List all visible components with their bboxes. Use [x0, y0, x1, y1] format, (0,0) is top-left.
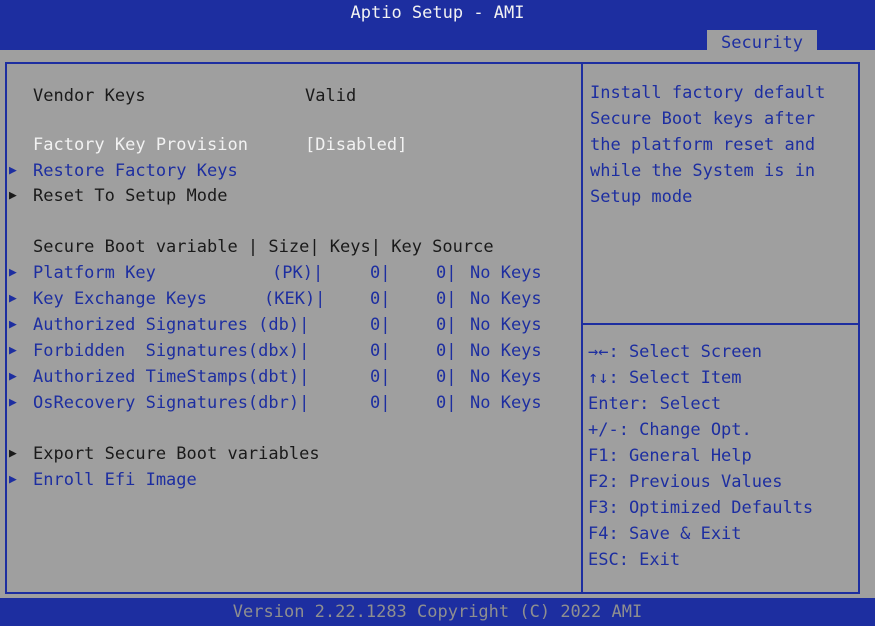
- osrecovery-signatures-source: No Keys: [470, 393, 542, 413]
- app-title: Aptio Setup - AMI: [350, 3, 525, 23]
- platform-key-abbr: (PK)|: [272, 263, 324, 283]
- secure-boot-table-header: Secure Boot variable | Size| Keys| Key S…: [33, 237, 494, 257]
- submenu-arrow-icon: ▶: [9, 265, 17, 280]
- submenu-arrow-icon: ▶: [9, 343, 17, 358]
- key-exchange-keys-keys: 0|: [436, 289, 457, 309]
- platform-key-item[interactable]: Platform Key: [33, 260, 156, 286]
- key-exchange-keys-size: 0|: [370, 289, 391, 309]
- key-exchange-keys-source: No Keys: [470, 289, 542, 309]
- key-help-f4: F4: Save & Exit: [588, 524, 742, 544]
- help-text-line: Secure Boot keys after: [590, 109, 816, 129]
- horizontal-divider: [583, 323, 860, 325]
- restore-factory-keys-item[interactable]: Restore Factory Keys: [33, 158, 238, 184]
- authorized-signatures-size: 0|: [370, 315, 391, 335]
- forbidden-signatures-item[interactable]: Forbidden Signatures(dbx)|: [33, 338, 309, 364]
- help-text-line: the platform reset and: [590, 135, 816, 155]
- authorized-timestamps-source: No Keys: [470, 367, 542, 387]
- help-text-line: while the System is in: [590, 161, 816, 181]
- help-text-line: Setup mode: [590, 187, 693, 207]
- submenu-arrow-icon: ▶: [9, 188, 17, 203]
- key-help-change-opt: +/-: Change Opt.: [588, 420, 752, 440]
- platform-key-source: No Keys: [470, 263, 542, 283]
- osrecovery-signatures-keys: 0|: [436, 393, 457, 413]
- factory-key-provision-value[interactable]: [Disabled]: [305, 132, 407, 158]
- key-exchange-keys-abbr: (KEK)|: [264, 289, 326, 309]
- export-secure-boot-variables-item[interactable]: Export Secure Boot variables: [33, 441, 320, 467]
- authorized-timestamps-item[interactable]: Authorized TimeStamps(dbt)|: [33, 364, 309, 390]
- authorized-signatures-item[interactable]: Authorized Signatures (db)|: [33, 312, 309, 338]
- reset-to-setup-mode-item[interactable]: Reset To Setup Mode: [33, 183, 227, 209]
- authorized-timestamps-size: 0|: [370, 367, 391, 387]
- key-exchange-keys-item[interactable]: Key Exchange Keys: [33, 286, 207, 312]
- forbidden-signatures-source: No Keys: [470, 341, 542, 361]
- vendor-keys-value: Valid: [305, 86, 357, 106]
- authorized-timestamps-keys: 0|: [436, 367, 457, 387]
- platform-key-size: 0|: [370, 263, 391, 283]
- key-help-f3: F3: Optimized Defaults: [588, 498, 814, 518]
- submenu-arrow-icon: ▶: [9, 446, 17, 461]
- authorized-signatures-keys: 0|: [436, 315, 457, 335]
- vendor-keys-label: Vendor Keys: [33, 86, 146, 106]
- osrecovery-signatures-item[interactable]: OsRecovery Signatures(dbr)|: [33, 390, 309, 416]
- key-help-select-item: ↑↓: Select Item: [588, 368, 742, 388]
- vertical-divider: [581, 62, 583, 594]
- platform-key-keys: 0|: [436, 263, 457, 283]
- key-help-f1: F1: General Help: [588, 446, 752, 466]
- key-help-enter: Enter: Select: [588, 394, 722, 414]
- key-help-f2: F2: Previous Values: [588, 472, 783, 492]
- submenu-arrow-icon: ▶: [9, 291, 17, 306]
- key-help-select-screen: →←: Select Screen: [588, 342, 762, 362]
- authorized-signatures-source: No Keys: [470, 315, 542, 335]
- submenu-arrow-icon: ▶: [9, 395, 17, 410]
- tab-security[interactable]: Security: [707, 30, 817, 56]
- version-text: Version 2.22.1283 Copyright (C) 2022 AMI: [232, 602, 643, 622]
- forbidden-signatures-keys: 0|: [436, 341, 457, 361]
- submenu-arrow-icon: ▶: [9, 163, 17, 178]
- forbidden-signatures-size: 0|: [370, 341, 391, 361]
- factory-key-provision-label[interactable]: Factory Key Provision: [33, 132, 248, 158]
- osrecovery-signatures-size: 0|: [370, 393, 391, 413]
- submenu-arrow-icon: ▶: [9, 472, 17, 487]
- submenu-arrow-icon: ▶: [9, 317, 17, 332]
- key-help-esc: ESC: Exit: [588, 550, 681, 570]
- enroll-efi-image-item[interactable]: Enroll Efi Image: [33, 467, 197, 493]
- submenu-arrow-icon: ▶: [9, 369, 17, 384]
- help-text-line: Install factory default: [590, 83, 826, 103]
